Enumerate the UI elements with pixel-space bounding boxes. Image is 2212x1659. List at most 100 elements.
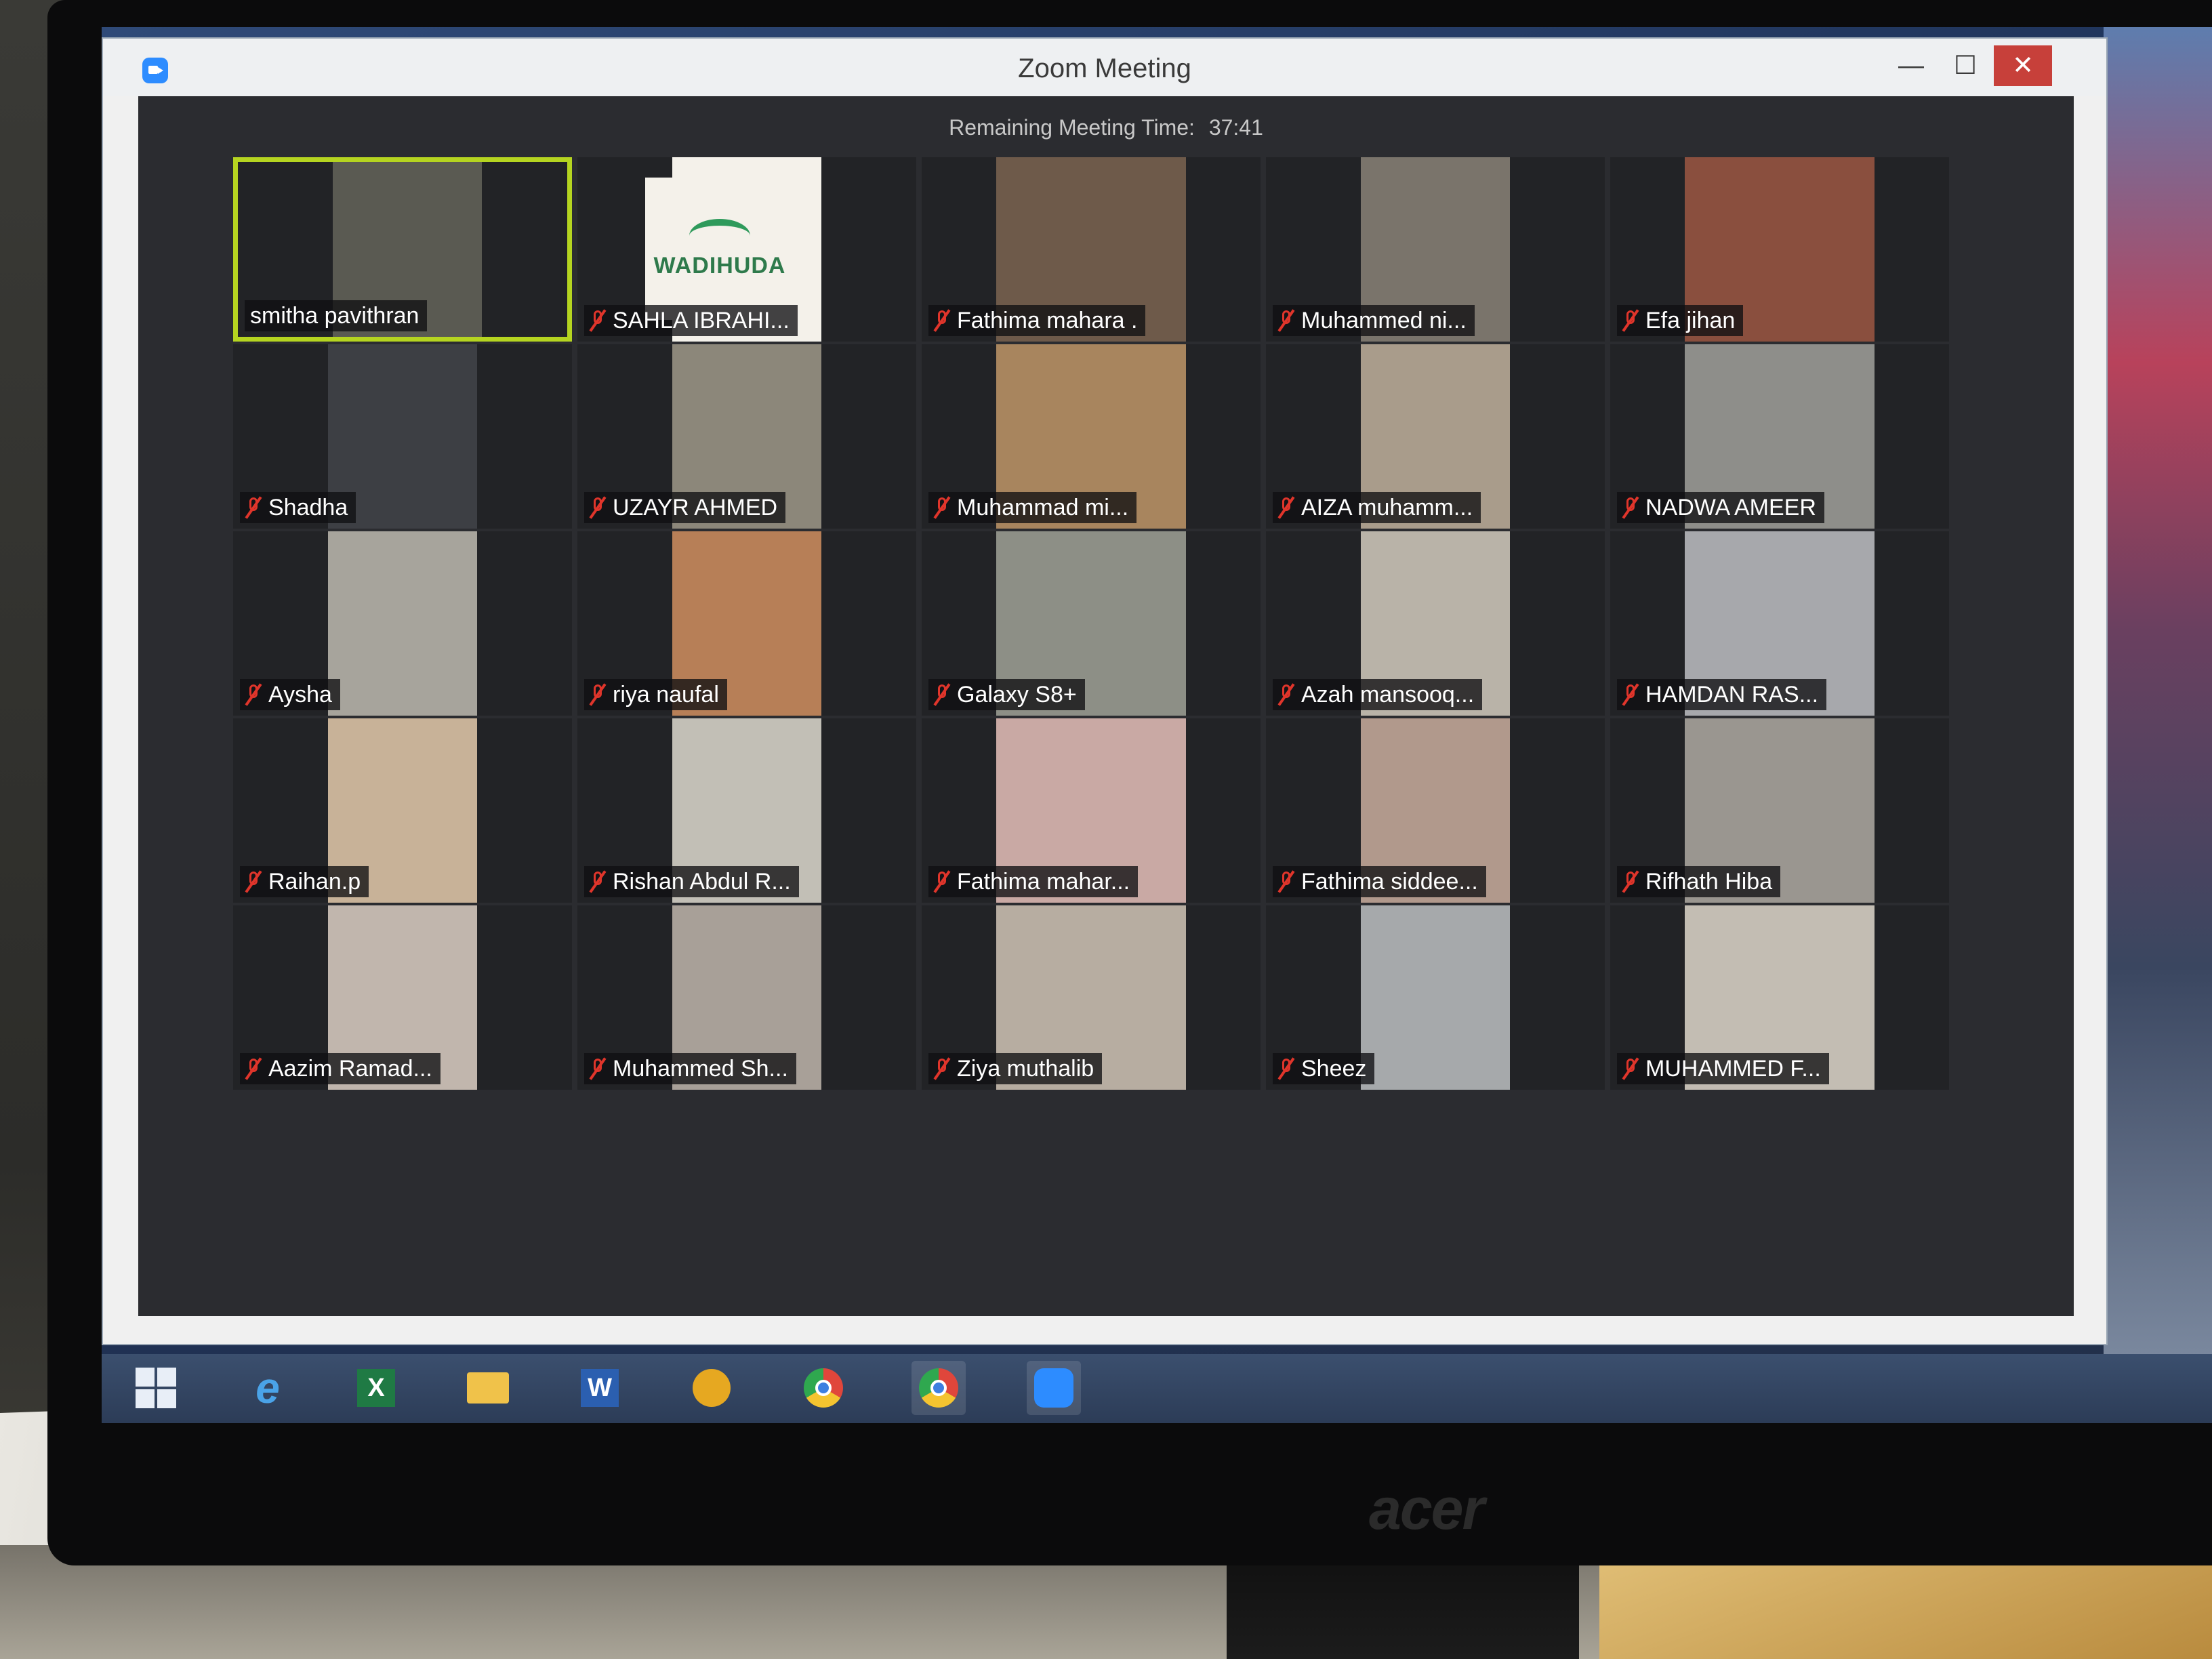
mic-muted-icon [1622,1057,1639,1080]
mic-muted-icon [590,870,606,893]
maximize-button[interactable]: ☐ [1940,45,1991,86]
participant-name-bar: Muhammad mi... [928,492,1137,523]
taskbar-file-explorer[interactable] [461,1361,515,1415]
mic-muted-icon [1278,683,1294,706]
window-title: Zoom Meeting [1018,54,1191,83]
participant-name-bar: Sheez [1273,1053,1375,1084]
mic-muted-icon [1622,309,1639,332]
mic-muted-icon [245,496,262,519]
taskbar-internet-explorer[interactable]: e [241,1361,295,1415]
logo-mark-icon [689,218,750,253]
participant-tile[interactable]: MUHAMMED F... [1610,905,1949,1090]
participant-tile[interactable]: Rishan Abdul R... [577,718,916,903]
participant-tile[interactable]: Galaxy S8+ [922,531,1261,716]
word-icon: W [581,1369,619,1407]
participant-name: Muhammad mi... [957,494,1129,520]
participant-name: AIZA muhamm... [1301,494,1473,520]
participant-tile[interactable]: Ziya muthalib [922,905,1261,1090]
close-button[interactable]: ✕ [1994,45,2052,86]
participant-tile[interactable]: Aazim Ramad... [233,905,572,1090]
mic-muted-icon [1622,496,1639,519]
gallery-view: Remaining Meeting Time: 37:41 smitha pav… [138,96,2074,1316]
participant-name: NADWA AMEER [1645,494,1816,520]
mic-muted-icon [1278,870,1294,893]
participant-name-bar: smitha pavithran [245,300,428,331]
participant-tile[interactable]: NADWA AMEER [1610,344,1949,529]
participant-name-bar: Fathima mahara . [928,305,1146,336]
taskbar-chrome[interactable] [796,1361,851,1415]
participant-tile[interactable]: riya naufal [577,531,916,716]
participant-tile[interactable]: AIZA muhamm... [1266,344,1605,529]
participant-tile[interactable]: WADIHUDA SAHLA IBRAHI... [577,157,916,342]
participant-tile[interactable]: Muhammad mi... [922,344,1261,529]
participant-name-bar: Azah mansooq... [1273,679,1483,710]
participant-name: SAHLA IBRAHI... [613,307,790,333]
participant-name-bar: Efa jihan [1617,305,1744,336]
chrome-icon [919,1368,958,1408]
participant-tile[interactable]: Fathima mahar... [922,718,1261,903]
taskbar-chrome-window[interactable] [912,1361,966,1415]
mic-muted-icon [1622,683,1639,706]
mic-muted-icon [1622,870,1639,893]
mic-muted-icon [934,683,950,706]
participant-tile[interactable]: Efa jihan [1610,157,1949,342]
participant-tile[interactable]: smitha pavithran [233,157,572,342]
taskbar-excel[interactable]: X [349,1361,403,1415]
zoom-meeting-window: Zoom Meeting — ☐ ✕ Remaining Meeting Tim… [102,37,2108,1345]
outlook-icon [693,1369,731,1407]
participant-name: Sheez [1301,1055,1367,1082]
participant-tile[interactable]: Shadha [233,344,572,529]
participant-name-bar: UZAYR AHMED [584,492,786,523]
participant-name-bar: Aysha [240,679,340,710]
zoom-icon [1034,1368,1073,1408]
participant-tile[interactable]: Rifhath Hiba [1610,718,1949,903]
participant-name-bar: Aazim Ramad... [240,1053,441,1084]
participant-name-bar: SAHLA IBRAHI... [584,305,798,336]
participant-name-bar: Fathima mahar... [928,866,1139,897]
participant-name: Muhammed ni... [1301,307,1467,333]
participant-name-bar: Muhammed ni... [1273,305,1475,336]
participant-name-bar: HAMDAN RAS... [1617,679,1827,710]
windows-start-icon [136,1368,176,1408]
taskbar-word[interactable]: W [573,1361,627,1415]
participant-name-bar: Rifhath Hiba [1617,866,1781,897]
mic-muted-icon [590,496,606,519]
participant-tile[interactable]: Muhammed Sh... [577,905,916,1090]
participant-tile[interactable]: HAMDAN RAS... [1610,531,1949,716]
participant-name: Rishan Abdul R... [613,868,791,895]
participant-tile[interactable]: Muhammed ni... [1266,157,1605,342]
participant-tile[interactable]: Fathima mahara . [922,157,1261,342]
logo-text: WADIHUDA [653,252,786,279]
participant-tile[interactable]: Aysha [233,531,572,716]
participant-name-bar: Galaxy S8+ [928,679,1085,710]
monitor-stand [1227,1552,1579,1659]
participant-name: Shadha [268,494,348,520]
start-button[interactable] [129,1361,183,1415]
participant-tile[interactable]: Fathima siddee... [1266,718,1605,903]
minimize-button[interactable]: — [1885,45,1937,86]
excel-icon: X [357,1369,395,1407]
participant-name-bar: Raihan.p [240,866,369,897]
participant-name: MUHAMMED F... [1645,1055,1821,1082]
chrome-icon [804,1368,843,1408]
taskbar-outlook[interactable] [684,1361,739,1415]
mic-muted-icon [934,870,950,893]
mic-muted-icon [590,683,606,706]
participant-tile[interactable]: Sheez [1266,905,1605,1090]
taskbar-zoom[interactable] [1027,1361,1081,1415]
participant-tile[interactable]: Azah mansooq... [1266,531,1605,716]
participant-name: Raihan.p [268,868,361,895]
title-bar[interactable]: Zoom Meeting — ☐ ✕ [103,39,2106,96]
participant-name: smitha pavithran [250,302,419,329]
mic-muted-icon [1278,496,1294,519]
windows-taskbar: e X W [102,1354,2212,1423]
participant-name: Ziya muthalib [957,1055,1094,1082]
participant-tile[interactable]: Raihan.p [233,718,572,903]
participant-name-bar: Rishan Abdul R... [584,866,799,897]
participant-name-bar: riya naufal [584,679,727,710]
participant-logo: WADIHUDA [645,178,794,320]
mic-muted-icon [1278,309,1294,332]
file-explorer-icon [467,1372,509,1404]
participant-tile[interactable]: UZAYR AHMED [577,344,916,529]
participant-name: Fathima mahar... [957,868,1130,895]
